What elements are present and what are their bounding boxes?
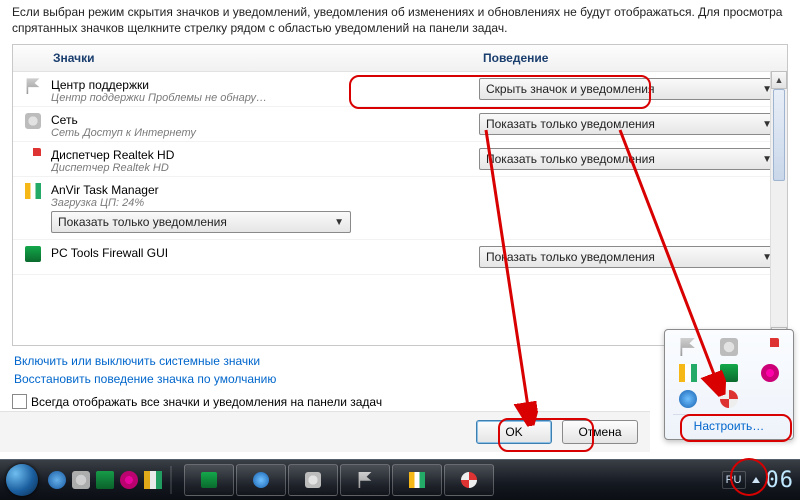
ql-icon[interactable]	[72, 471, 90, 489]
behavior-dropdown[interactable]: Показать только уведомления ▼	[51, 211, 351, 233]
row-subtitle: Сеть Доступ к Интернету	[51, 127, 331, 139]
icon-row: Диспетчер Realtek HDДиспетчер Realtek HD…	[13, 142, 787, 177]
icon-row: PC Tools Firewall GUI Показать только уве…	[13, 240, 787, 275]
row-title: Диспетчер Realtek HD	[51, 148, 475, 162]
tray-firewall-icon[interactable]	[720, 364, 738, 382]
tray-volume-icon[interactable]	[761, 338, 779, 356]
row-app-icon	[25, 183, 41, 199]
scroll-thumb[interactable]	[773, 89, 785, 181]
col-behavior: Поведение	[479, 45, 787, 71]
tray-ccleaner-icon[interactable]	[720, 390, 738, 408]
behavior-value: Показать только уведомления	[486, 250, 655, 264]
row-title: Центр поддержки	[51, 78, 475, 92]
behavior-dropdown[interactable]: Показать только уведомления▼	[479, 113, 779, 135]
taskbar-task[interactable]	[184, 464, 234, 496]
taskbar-task[interactable]	[236, 464, 286, 496]
behavior-value: Показать только уведомления	[486, 152, 655, 166]
panel-scrollbar[interactable]: ▲ ▼	[770, 71, 787, 345]
tray-overflow-button[interactable]	[752, 477, 760, 483]
row-title: Сеть	[51, 113, 475, 127]
row-subtitle: Загрузка ЦП: 24%	[51, 197, 331, 209]
tray-network-icon[interactable]	[720, 338, 738, 356]
taskbar: RU 06	[0, 459, 800, 500]
tray-globe-icon[interactable]	[679, 390, 697, 408]
always-show-checkbox[interactable]	[12, 394, 27, 409]
dialog-button-bar: OK Отмена	[0, 411, 650, 452]
row-subtitle: Центр поддержки Проблемы не обнару…	[51, 92, 331, 104]
icon-row: Центр поддержкиЦентр поддержки Проблемы …	[13, 72, 787, 107]
cancel-button[interactable]: Отмена	[562, 420, 638, 444]
ql-icon[interactable]	[120, 471, 138, 489]
tray-cpu-icon[interactable]	[679, 364, 697, 382]
row-app-icon	[25, 113, 41, 129]
ql-icon[interactable]	[96, 471, 114, 489]
behavior-dropdown[interactable]: Показать только уведомления▼	[479, 246, 779, 268]
row-app-icon	[25, 148, 41, 164]
row-app-icon	[25, 246, 41, 262]
tray-gear-icon[interactable]	[761, 364, 779, 382]
ok-button[interactable]: OK	[476, 420, 552, 444]
behavior-dropdown[interactable]: Показать только уведомления▼	[479, 148, 779, 170]
row-title: AnVir Task Manager	[51, 183, 781, 197]
start-button[interactable]	[6, 464, 38, 496]
ql-icon[interactable]	[144, 471, 162, 489]
row-title: PC Tools Firewall GUI	[51, 246, 475, 260]
row-app-icon	[25, 78, 41, 94]
description-text: Если выбран режим скрытия значков и увед…	[0, 0, 800, 44]
language-indicator[interactable]: RU	[722, 471, 746, 489]
chevron-down-icon: ▼	[334, 217, 344, 228]
behavior-value: Показать только уведомления	[486, 117, 655, 131]
ql-icon[interactable]	[48, 471, 66, 489]
scroll-up-button[interactable]: ▲	[771, 71, 787, 89]
taskbar-task[interactable]	[444, 464, 494, 496]
col-icons: Значки	[49, 45, 479, 71]
icon-row: СетьСеть Доступ к Интернету Показать толь…	[13, 107, 787, 142]
behavior-dropdown[interactable]: Скрыть значок и уведомления▼	[479, 78, 779, 100]
columns-header: Значки Поведение	[13, 45, 787, 72]
behavior-value: Показать только уведомления	[58, 215, 227, 229]
behavior-value: Скрыть значок и уведомления	[486, 82, 654, 96]
taskbar-task[interactable]	[288, 464, 338, 496]
taskbar-clock: 06	[766, 468, 795, 493]
taskbar-task[interactable]	[392, 464, 442, 496]
always-show-label: Всегда отображать все значки и уведомлен…	[31, 395, 382, 409]
tray-customize-link[interactable]: Настроить…	[673, 414, 785, 433]
tray-flag-icon[interactable]	[679, 338, 697, 356]
icons-panel: Значки Поведение Центр поддержкиЦентр по…	[12, 44, 788, 346]
tray-overflow-popup: Настроить…	[664, 329, 794, 440]
taskbar-task[interactable]	[340, 464, 390, 496]
icon-row: AnVir Task ManagerЗагрузка ЦП: 24% Показа…	[13, 177, 787, 240]
row-subtitle: Диспетчер Realtek HD	[51, 162, 331, 174]
